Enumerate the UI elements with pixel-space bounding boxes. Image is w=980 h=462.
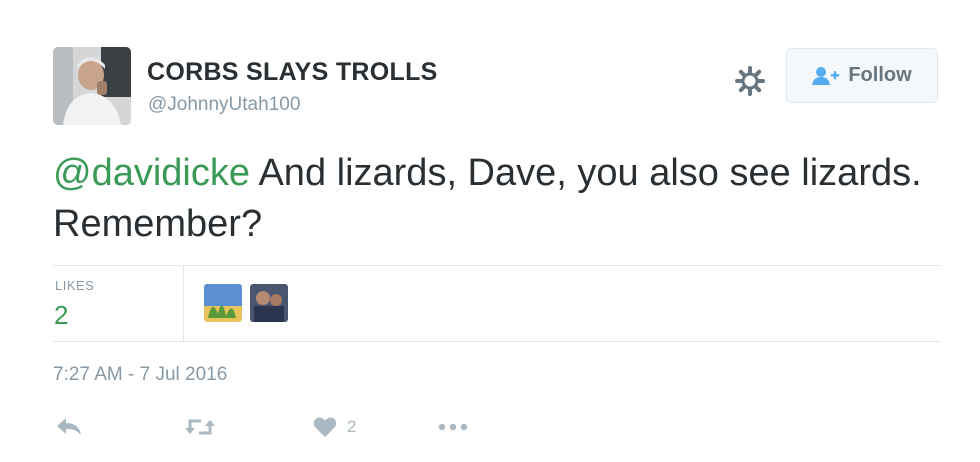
gear-icon[interactable]: [735, 66, 765, 96]
likes-label: LIKES: [55, 278, 95, 293]
mention-link[interactable]: @davidicke: [53, 152, 250, 194]
tweet-stats: LIKES 2: [53, 265, 940, 342]
tweet-text: @davidicke And lizards, Dave, you also s…: [53, 148, 933, 250]
likes-stat[interactable]: LIKES 2: [53, 266, 184, 341]
retweet-icon: [185, 419, 215, 435]
like-count: 2: [347, 417, 357, 436]
more-icon: [438, 423, 468, 431]
liker-avatar-1-icon: [204, 284, 242, 322]
screen-name[interactable]: @JohnnyUtah100: [148, 94, 300, 116]
profile-photo-icon: [53, 47, 131, 125]
liker-avatar[interactable]: [250, 284, 288, 322]
heart-icon: [313, 417, 337, 437]
like-button[interactable]: 2: [313, 412, 356, 442]
likes-count: 2: [54, 300, 69, 330]
display-name[interactable]: CORBS SLAYS TROLLS: [147, 58, 438, 87]
add-user-icon: [812, 66, 840, 85]
timestamp[interactable]: 7:27 AM - 7 Jul 2016: [53, 364, 227, 386]
liker-avatar[interactable]: [204, 284, 242, 322]
reply-icon: [57, 418, 81, 435]
liker-avatar-2-icon: [250, 284, 288, 322]
follow-label: Follow: [848, 64, 912, 86]
avatar[interactable]: [53, 47, 131, 125]
reply-button[interactable]: [56, 412, 82, 442]
follow-button[interactable]: Follow: [786, 48, 938, 103]
retweet-button[interactable]: [184, 412, 216, 442]
more-button[interactable]: [438, 412, 468, 442]
